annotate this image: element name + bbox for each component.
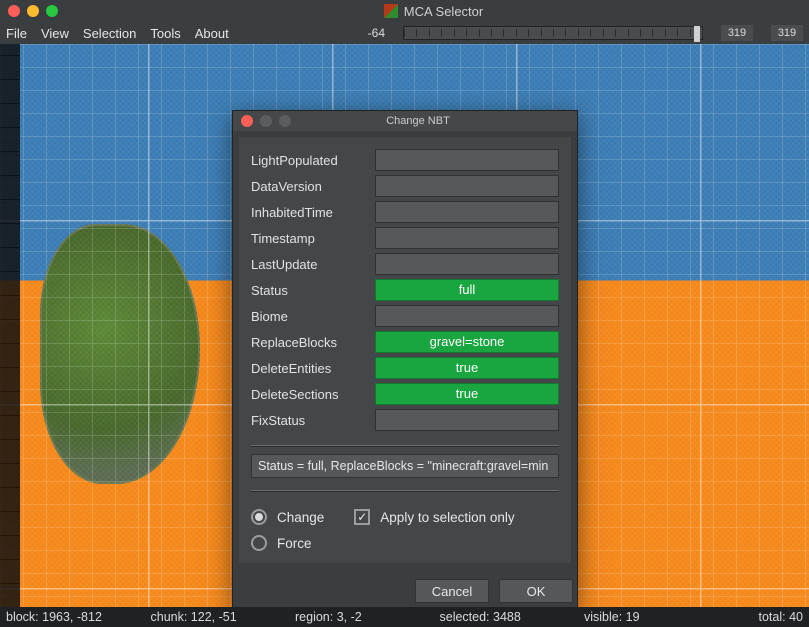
field-row-lastupdate: LastUpdate [251, 251, 559, 277]
field-row-replaceblocks: ReplaceBlocks gravel=stone [251, 329, 559, 355]
field-input-status[interactable]: full [375, 279, 559, 301]
dialog-minimize-icon [260, 115, 272, 127]
query-summary[interactable]: Status = full, ReplaceBlocks = "minecraf… [251, 454, 559, 478]
mode-force-radio[interactable]: Force [251, 535, 324, 551]
status-region: region: 3, -2 [295, 610, 440, 624]
window-controls [8, 5, 58, 17]
menu-file[interactable]: File [6, 26, 27, 41]
dialog-title: Change NBT [299, 115, 577, 127]
field-row-lightpopulated: LightPopulated [251, 147, 559, 173]
radio-off-icon [251, 535, 267, 551]
main-window: MCA Selector File View Selection Tools A… [0, 0, 809, 627]
mode-change-radio[interactable]: Change [251, 509, 324, 525]
dialog-titlebar: Change NBT [233, 111, 577, 131]
field-input-deleteentities[interactable]: true [375, 357, 559, 379]
field-row-timestamp: Timestamp [251, 225, 559, 251]
menu-about[interactable]: About [195, 26, 229, 41]
field-label: ReplaceBlocks [251, 335, 369, 350]
status-chunk: chunk: 122, -51 [151, 610, 296, 624]
map-viewport[interactable]: Change NBT LightPopulated DataVersion Inha… [0, 44, 809, 607]
minimize-icon[interactable] [27, 5, 39, 17]
zoom-icon[interactable] [46, 5, 58, 17]
dialog-close-icon[interactable] [241, 115, 253, 127]
y-level-value-1[interactable]: 319 [721, 25, 753, 41]
field-input-dataversion[interactable] [375, 175, 559, 197]
divider [251, 490, 559, 491]
field-label: FixStatus [251, 413, 369, 428]
field-label: Timestamp [251, 231, 369, 246]
field-input-lightpopulated[interactable] [375, 149, 559, 171]
field-input-lastupdate[interactable] [375, 253, 559, 275]
field-input-timestamp[interactable] [375, 227, 559, 249]
slider-thumb-icon[interactable] [694, 26, 700, 42]
field-label: DataVersion [251, 179, 369, 194]
status-visible: visible: 19 [584, 610, 729, 624]
status-block: block: 1963, -812 [6, 610, 151, 624]
menu-tools[interactable]: Tools [150, 26, 180, 41]
y-level-label: -64 [368, 26, 385, 40]
change-nbt-dialog: Change NBT LightPopulated DataVersion Inha… [232, 110, 578, 607]
field-row-dataversion: DataVersion [251, 173, 559, 199]
apply-selection-label: Apply to selection only [380, 510, 514, 525]
field-row-deletesections: DeleteSections true [251, 381, 559, 407]
field-row-inhabitedtime: InhabitedTime [251, 199, 559, 225]
field-label: Status [251, 283, 369, 298]
status-total: total: 40 [729, 610, 803, 624]
field-input-biome[interactable] [375, 305, 559, 327]
field-input-inhabitedtime[interactable] [375, 201, 559, 223]
field-label: LightPopulated [251, 153, 369, 168]
field-label: DeleteSections [251, 387, 369, 402]
field-label: LastUpdate [251, 257, 369, 272]
app-title: MCA Selector [404, 4, 483, 19]
menubar: File View Selection Tools About -64 319 … [0, 22, 809, 44]
field-row-fixstatus: FixStatus [251, 407, 559, 433]
app-icon [384, 4, 398, 18]
status-selected: selected: 3488 [440, 610, 585, 624]
field-row-deleteentities: DeleteEntities true [251, 355, 559, 381]
checkbox-checked-icon: ✓ [354, 509, 370, 525]
y-level-value-2[interactable]: 319 [771, 25, 803, 41]
field-input-replaceblocks[interactable]: gravel=stone [375, 331, 559, 353]
field-row-biome: Biome [251, 303, 559, 329]
cancel-button[interactable]: Cancel [415, 579, 489, 603]
mode-force-label: Force [277, 536, 312, 551]
map-void-column [0, 44, 20, 607]
field-label: InhabitedTime [251, 205, 369, 220]
radio-on-icon [251, 509, 267, 525]
dialog-zoom-icon [279, 115, 291, 127]
field-input-fixstatus[interactable] [375, 409, 559, 431]
y-level-slider[interactable] [403, 26, 703, 40]
mode-change-label: Change [277, 510, 324, 525]
close-icon[interactable] [8, 5, 20, 17]
field-input-deletesections[interactable]: true [375, 383, 559, 405]
statusbar: block: 1963, -812 chunk: 122, -51 region… [0, 607, 809, 627]
field-label: Biome [251, 309, 369, 324]
menu-view[interactable]: View [41, 26, 69, 41]
titlebar: MCA Selector [0, 0, 809, 22]
field-label: DeleteEntities [251, 361, 369, 376]
apply-selection-checkbox[interactable]: ✓ Apply to selection only [354, 509, 514, 525]
menu-selection[interactable]: Selection [83, 26, 136, 41]
ok-button[interactable]: OK [499, 579, 573, 603]
divider [251, 445, 559, 446]
field-row-status: Status full [251, 277, 559, 303]
